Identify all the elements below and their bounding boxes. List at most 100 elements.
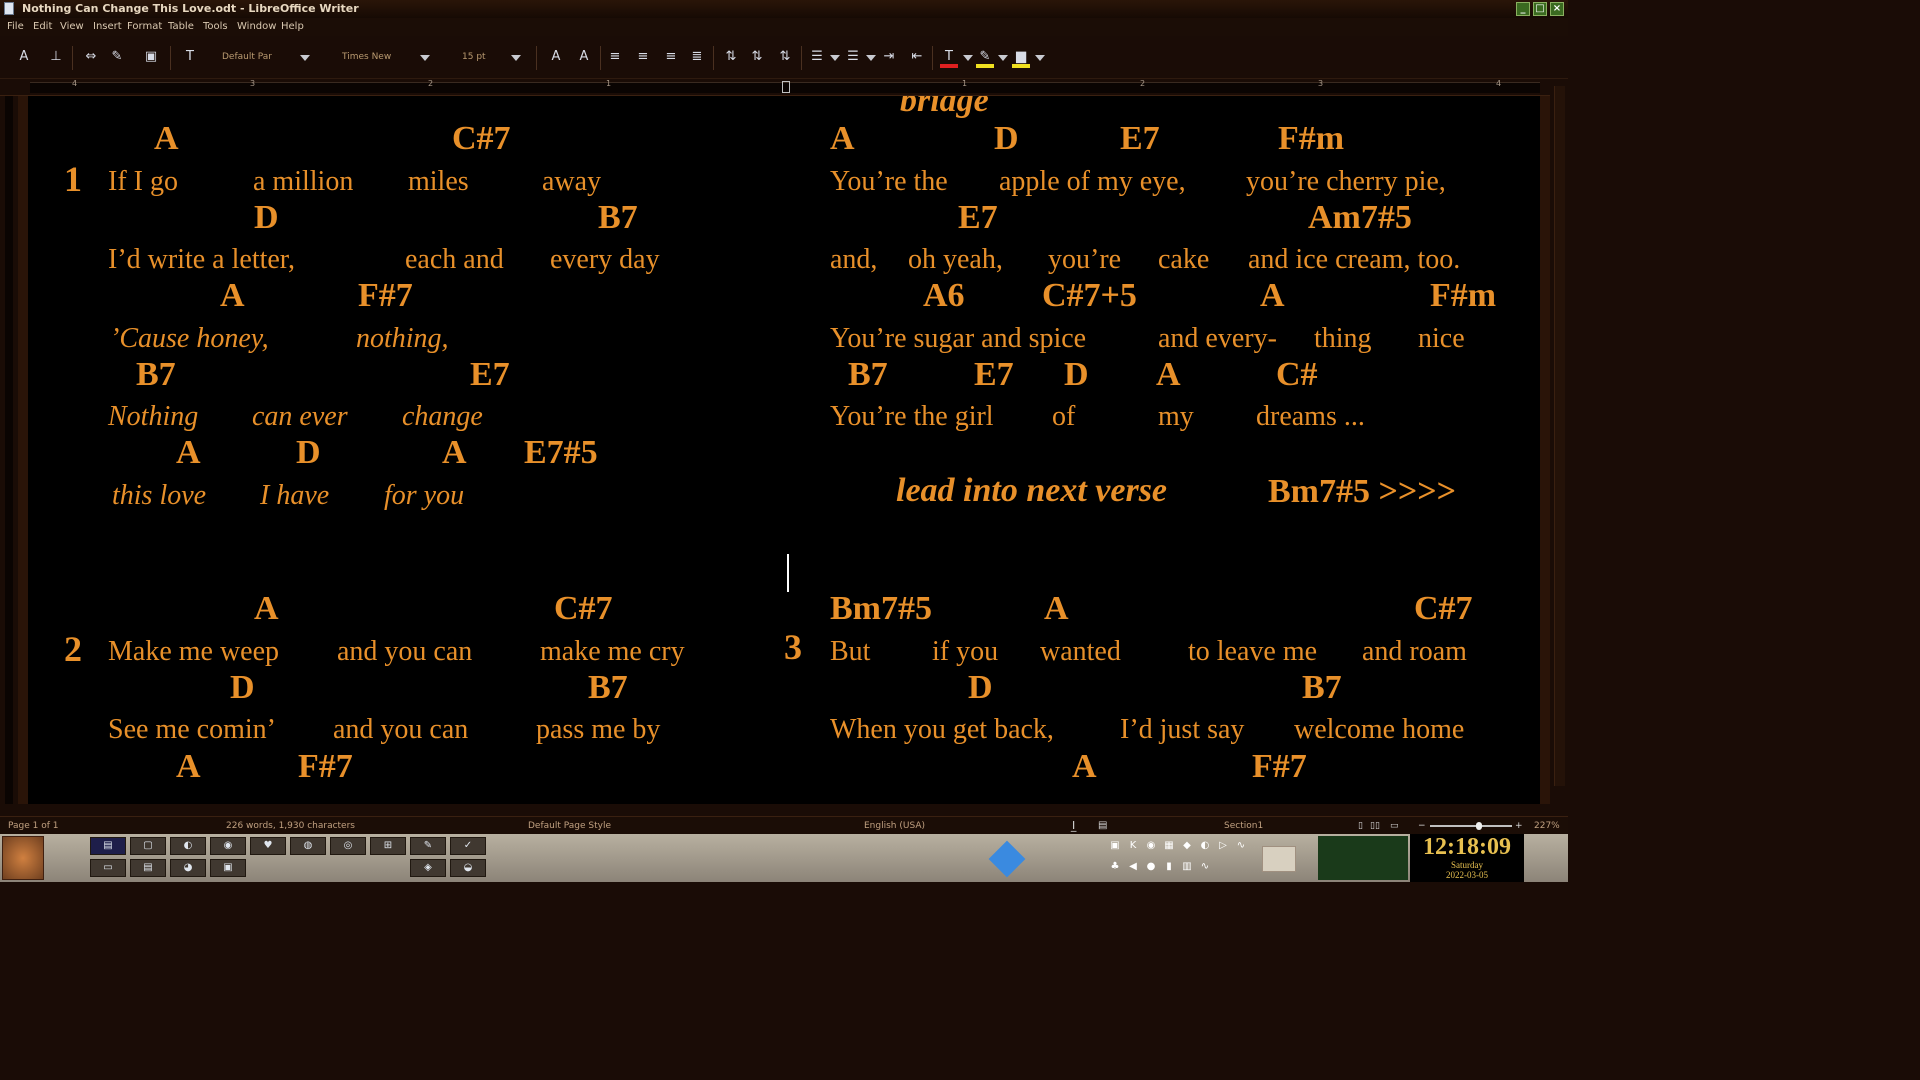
chevron-down-icon[interactable]	[300, 55, 310, 61]
menu-insert[interactable]: Insert	[93, 18, 122, 36]
maximize-button[interactable]: □	[1533, 2, 1547, 16]
signal-icon[interactable]: ▮	[1162, 860, 1176, 874]
menu-tools[interactable]: Tools	[203, 18, 228, 36]
align-center-icon[interactable]: ≡	[634, 48, 652, 66]
task-button[interactable]: ✓	[450, 837, 486, 855]
task-button[interactable]: ▭	[90, 859, 126, 877]
paragraph-style-combo[interactable]: Default Par	[222, 48, 302, 66]
task-button[interactable]: ◕	[170, 859, 206, 877]
menu-table[interactable]: Table	[168, 18, 194, 36]
menu-edit[interactable]: Edit	[33, 18, 52, 36]
menu-help[interactable]: Help	[281, 18, 304, 36]
tray-icon[interactable]: ◉	[1144, 839, 1158, 853]
volume-icon[interactable]: ◀	[1126, 860, 1140, 874]
horizontal-ruler[interactable]: 4 3 2 1 1 2 3 4	[0, 79, 1568, 96]
bullet-list-icon[interactable]: ☰	[844, 48, 862, 66]
character-style-icon[interactable]: A	[15, 48, 33, 66]
task-button[interactable]: ◈	[410, 859, 446, 877]
vertical-ruler[interactable]	[0, 96, 18, 804]
clock[interactable]: 12:18:09 Saturday 2022-03-05	[1410, 834, 1524, 882]
zoom-slider-handle[interactable]	[1476, 822, 1482, 830]
tray-icon[interactable]: ◆	[1180, 839, 1194, 853]
tray-icon[interactable]: ●	[1144, 860, 1158, 874]
frame-icon[interactable]: ▣	[142, 48, 160, 66]
chord: A	[1044, 590, 1069, 627]
page[interactable]: A C#7 1 If I go a million miles away D B…	[28, 96, 1540, 804]
shrink-font-icon[interactable]: A	[575, 48, 593, 66]
task-button[interactable]: ♥	[250, 837, 286, 855]
menu-window[interactable]: Window	[237, 18, 276, 36]
launcher-icon[interactable]	[988, 840, 1026, 878]
tray-icon[interactable]: ▥	[1180, 860, 1194, 874]
task-button[interactable]: ◍	[290, 837, 326, 855]
tray-icon[interactable]: ∿	[1234, 839, 1248, 853]
network-icon[interactable]: ▣	[1108, 839, 1122, 853]
task-button[interactable]: ▣	[210, 859, 246, 877]
book-view-icon[interactable]: ▭	[1390, 817, 1399, 835]
font-name-combo[interactable]: Times New	[342, 48, 422, 66]
task-button[interactable]: ◒	[450, 859, 486, 877]
multi-page-view-icon[interactable]: ▯▯	[1370, 817, 1380, 835]
align-right-icon[interactable]: ≡	[662, 48, 680, 66]
task-button[interactable]: ⊞	[370, 837, 406, 855]
chevron-down-icon[interactable]	[963, 55, 973, 61]
clear-formatting-icon[interactable]: ⊥	[47, 48, 65, 66]
increase-spacing-icon[interactable]: ⇅	[748, 48, 766, 66]
zoom-level[interactable]: 227%	[1534, 817, 1560, 835]
writer-task-icon[interactable]: ▤	[90, 837, 126, 855]
page-style-status[interactable]: Default Page Style	[528, 817, 611, 835]
tray-icon[interactable]: K	[1126, 839, 1140, 853]
close-button[interactable]: ×	[1550, 2, 1564, 16]
tray-icon[interactable]: ♣	[1108, 860, 1122, 874]
task-button[interactable]: ◎	[330, 837, 366, 855]
menu-file[interactable]: File	[7, 18, 24, 36]
link-icon[interactable]: ⇔	[82, 48, 100, 66]
scrollbar-thumb[interactable]	[1554, 86, 1565, 786]
single-page-view-icon[interactable]: ▯	[1358, 817, 1363, 835]
document-area[interactable]: A C#7 1 If I go a million miles away D B…	[18, 96, 1550, 804]
start-menu-icon[interactable]	[2, 836, 44, 880]
folder-icon[interactable]	[1262, 846, 1296, 872]
chevron-down-icon[interactable]	[866, 55, 876, 61]
zoom-out-button[interactable]: −	[1418, 817, 1426, 835]
tray-icon[interactable]: ▷	[1216, 839, 1230, 853]
grow-font-icon[interactable]: A	[547, 48, 565, 66]
menu-view[interactable]: View	[60, 18, 84, 36]
task-button[interactable]: ▢	[130, 837, 166, 855]
indent-marker[interactable]	[782, 81, 790, 93]
task-button[interactable]: ◐	[170, 837, 206, 855]
task-button[interactable]: ◉	[210, 837, 246, 855]
chevron-down-icon[interactable]	[998, 55, 1008, 61]
chevron-down-icon[interactable]	[1035, 55, 1045, 61]
document-modified-icon[interactable]: ▤	[1098, 817, 1107, 835]
minimize-button[interactable]: _	[1516, 2, 1530, 16]
insert-mode-icon[interactable]: I̲	[1072, 817, 1075, 835]
paragraph-style-icon[interactable]: T	[181, 48, 199, 66]
world-map-icon[interactable]	[1318, 836, 1408, 880]
justify-icon[interactable]: ≣	[688, 48, 706, 66]
page-number-status[interactable]: Page 1 of 1	[8, 817, 59, 835]
tray-icon[interactable]: ∿	[1198, 860, 1212, 874]
word-count-status[interactable]: 226 words, 1,930 characters	[226, 817, 355, 835]
numbered-list-icon[interactable]: ☰	[808, 48, 826, 66]
flag-icon[interactable]: ▦	[1162, 839, 1176, 853]
decrease-spacing-icon[interactable]: ⇅	[776, 48, 794, 66]
chevron-down-icon[interactable]	[420, 55, 430, 61]
tray-icon[interactable]: ◐	[1198, 839, 1212, 853]
font-size-combo[interactable]: 15 pt	[462, 48, 512, 66]
line-spacing-icon[interactable]: ⇅	[722, 48, 740, 66]
chevron-down-icon[interactable]	[830, 55, 840, 61]
chevron-down-icon[interactable]	[511, 55, 521, 61]
zoom-in-button[interactable]: +	[1515, 817, 1523, 835]
lyric: and,	[830, 244, 878, 275]
task-button[interactable]: ▤	[130, 859, 166, 877]
align-left-icon[interactable]: ≡	[606, 48, 624, 66]
clone-formatting-icon[interactable]: ✎	[108, 48, 126, 66]
menu-format[interactable]: Format	[127, 18, 162, 36]
decrease-indent-icon[interactable]: ⇤	[908, 48, 926, 66]
zoom-slider[interactable]	[1430, 825, 1512, 827]
increase-indent-icon[interactable]: ⇥	[880, 48, 898, 66]
language-status[interactable]: English (USA)	[864, 817, 925, 835]
vertical-scrollbar[interactable]	[1550, 80, 1568, 804]
task-button[interactable]: ✎	[410, 837, 446, 855]
